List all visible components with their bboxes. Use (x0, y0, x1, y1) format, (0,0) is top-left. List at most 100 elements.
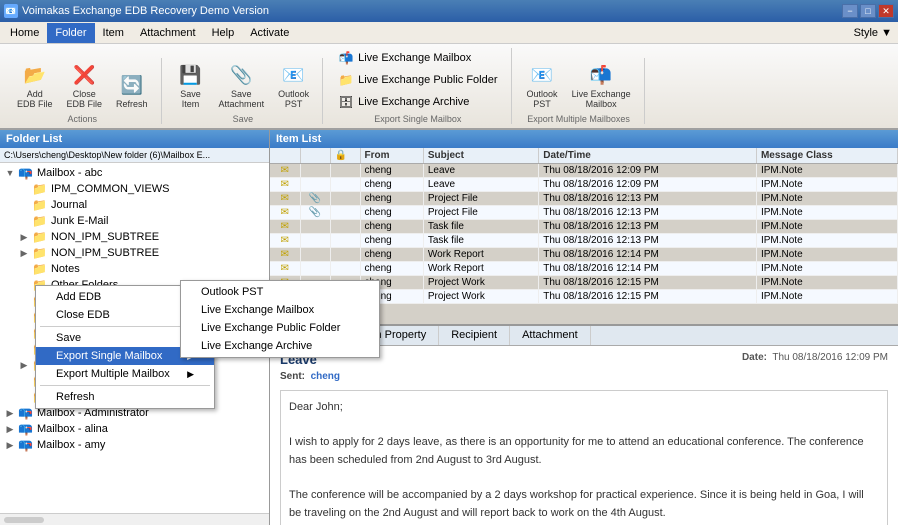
row-flag (300, 234, 330, 248)
menu-home[interactable]: Home (2, 23, 47, 43)
mailbox-abc-icon: 📪 (18, 166, 33, 180)
window-title: Voimakas Exchange EDB Recovery Demo Vers… (22, 5, 269, 17)
ctx-export-multiple[interactable]: Export Multiple Mailbox ▶ (36, 365, 214, 383)
mail-sent-from: cheng (311, 371, 340, 382)
row-from: cheng (360, 262, 423, 276)
row-subject: Project Work (423, 276, 538, 290)
expander-mailbox-abc: ▼ (4, 167, 16, 179)
add-edb-button[interactable]: 📂 AddEDB File (12, 58, 58, 112)
table-row[interactable]: ✉ cheng Work Report Thu 08/18/2016 12:14… (270, 248, 898, 262)
menu-help[interactable]: Help (204, 23, 243, 43)
row-datetime: Thu 08/18/2016 12:13 PM (539, 206, 757, 220)
live-exchange-mailbox-multi-icon: 📬 (587, 61, 615, 89)
row-class: IPM.Note (756, 290, 897, 304)
mail-text-content: Dear John; I wish to apply for 2 days le… (280, 390, 888, 525)
col-from[interactable]: From (360, 148, 423, 164)
row-lock (330, 178, 360, 192)
row-lock (330, 164, 360, 178)
tab-recipient[interactable]: Recipient (439, 326, 510, 345)
close-button[interactable]: ✕ (878, 4, 894, 18)
row-class: IPM.Note (756, 220, 897, 234)
row-flag (300, 262, 330, 276)
col-datetime[interactable]: Date/Time (539, 148, 757, 164)
table-row[interactable]: ✉ cheng Task file Thu 08/18/2016 12:13 P… (270, 220, 898, 234)
save-attachment-button[interactable]: 📎 SaveAttachment (214, 58, 270, 112)
live-exchange-mailbox-multi-button[interactable]: 📬 Live ExchangeMailbox (567, 58, 636, 112)
tree-item-non-ipm-2[interactable]: ▶ 📁 NON_IPM_SUBTREE (16, 245, 267, 261)
live-exchange-archive-btn[interactable]: 🗄 Live Exchange Archive (333, 92, 502, 112)
row-flag: 📎 (300, 192, 330, 206)
col-lock: 🔒 (330, 148, 360, 164)
outlook-pst-multi-button[interactable]: 📧 OutlookPST (522, 58, 563, 112)
row-subject: Work Report (423, 248, 538, 262)
save-label: Save (233, 114, 254, 124)
col-class[interactable]: Message Class (756, 148, 897, 164)
maximize-button[interactable]: □ (860, 4, 876, 18)
live-exchange-public-folder-icon: 📁 (338, 72, 354, 88)
tree-item-non-ipm-1[interactable]: ▶ 📁 NON_IPM_SUBTREE (16, 229, 267, 245)
submenu-live-exchange-public-folder[interactable]: Live Exchange Public Folder (181, 319, 379, 337)
tree-item-journal[interactable]: 📁 Journal (16, 197, 267, 213)
live-exchange-mailbox-btn[interactable]: 📬 Live Exchange Mailbox (333, 48, 502, 68)
row-from: cheng (360, 234, 423, 248)
mail-date-label: Date: (742, 352, 767, 363)
tree-item-mailbox-alina[interactable]: ▶ 📪 Mailbox - alina (2, 421, 267, 437)
live-exchange-archive-label: Live Exchange Archive (358, 96, 469, 108)
close-edb-button[interactable]: ❌ CloseEDB File (62, 58, 108, 112)
menu-activate[interactable]: Activate (242, 23, 297, 43)
table-row[interactable]: ✉ cheng Leave Thu 08/18/2016 12:09 PM IP… (270, 178, 898, 192)
table-row[interactable]: ✉ 📎 cheng Project File Thu 08/18/2016 12… (270, 192, 898, 206)
live-exchange-mailbox-icon: 📬 (338, 50, 354, 66)
table-row[interactable]: ✉ cheng Work Report Thu 08/18/2016 12:14… (270, 262, 898, 276)
tree-item-junk[interactable]: 📁 Junk E-Mail (16, 213, 267, 229)
save-item-button[interactable]: 💾 SaveItem (172, 58, 210, 112)
export-multiple-group: 📧 OutlookPST 📬 Live ExchangeMailbox Expo… (514, 58, 645, 124)
table-row[interactable]: ✉ cheng Leave Thu 08/18/2016 12:09 PM IP… (270, 164, 898, 178)
outlook-pst-multi-icon: 📧 (528, 61, 556, 89)
tab-attachment[interactable]: Attachment (510, 326, 591, 345)
menu-attachment[interactable]: Attachment (132, 23, 204, 43)
live-exchange-public-folder-btn[interactable]: 📁 Live Exchange Public Folder (333, 70, 502, 90)
row-flag (300, 248, 330, 262)
col-subject[interactable]: Subject (423, 148, 538, 164)
row-icon: ✉ (270, 220, 300, 234)
row-icon: ✉ (270, 262, 300, 276)
tree-item-mailbox-abc[interactable]: ▼ 📪 Mailbox - abc (2, 165, 267, 181)
menu-item[interactable]: Item (95, 23, 132, 43)
mail-sent-label: Sent: (280, 371, 305, 382)
refresh-button[interactable]: 🔄 Refresh (111, 68, 153, 112)
row-datetime: Thu 08/18/2016 12:15 PM (539, 290, 757, 304)
ctx-refresh[interactable]: Refresh (36, 388, 214, 406)
row-datetime: Thu 08/18/2016 12:13 PM (539, 234, 757, 248)
table-row[interactable]: ✉ cheng Task file Thu 08/18/2016 12:13 P… (270, 234, 898, 248)
save-item-icon: 💾 (177, 61, 205, 89)
row-datetime: Thu 08/18/2016 12:14 PM (539, 262, 757, 276)
close-edb-icon: ❌ (70, 61, 98, 89)
row-class: IPM.Note (756, 164, 897, 178)
tree-item-mailbox-amy[interactable]: ▶ 📪 Mailbox - amy (2, 437, 267, 453)
submenu-outlook-pst[interactable]: Outlook PST (181, 283, 379, 301)
folder-scrollbar[interactable] (0, 513, 269, 525)
title-bar: 📧 Voimakas Exchange EDB Recovery Demo Ve… (0, 0, 898, 22)
row-from: cheng (360, 248, 423, 262)
menu-folder[interactable]: Folder (47, 23, 94, 43)
row-icon: ✉ (270, 178, 300, 192)
tree-item-ipm-common[interactable]: 📁 IPM_COMMON_VIEWS (16, 181, 267, 197)
row-icon: ✉ (270, 234, 300, 248)
live-exchange-mailbox-label: Live Exchange Mailbox (358, 52, 471, 64)
outlook-pst-button[interactable]: 📧 OutlookPST (273, 58, 314, 112)
submenu-live-exchange-archive[interactable]: Live Exchange Archive (181, 337, 379, 355)
ctx-sep-2 (40, 385, 210, 386)
minimize-button[interactable]: − (842, 4, 858, 18)
folder-path: C:\Users\cheng\Desktop\New folder (6)\Ma… (0, 148, 269, 163)
row-icon: ✉ (270, 206, 300, 220)
export-single-label: Export Single Mailbox (374, 114, 461, 124)
folder-scroll-thumb (4, 517, 44, 523)
submenu-live-exchange-mailbox[interactable]: Live Exchange Mailbox (181, 301, 379, 319)
outlook-pst-label: OutlookPST (278, 89, 309, 109)
row-subject: Task file (423, 234, 538, 248)
ribbon: 📂 AddEDB File ❌ CloseEDB File 🔄 Refresh … (0, 44, 898, 130)
table-row[interactable]: ✉ 📎 cheng Project File Thu 08/18/2016 12… (270, 206, 898, 220)
style-label: Style ▼ (854, 27, 896, 39)
tree-item-notes[interactable]: 📁 Notes (16, 261, 267, 277)
